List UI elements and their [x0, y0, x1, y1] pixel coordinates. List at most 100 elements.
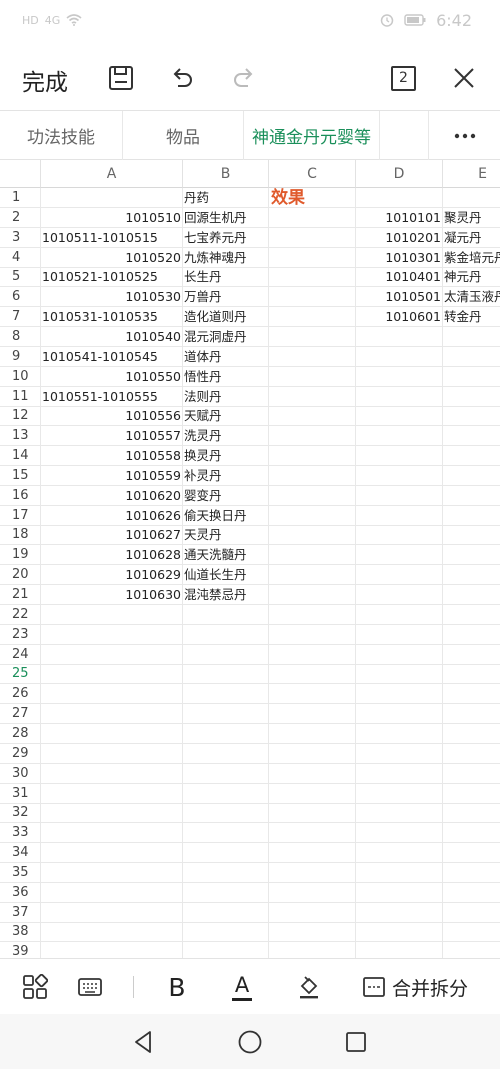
cell-c[interactable] — [269, 446, 356, 467]
cell-d[interactable] — [356, 386, 443, 407]
cell-d[interactable]: 1010101 — [356, 207, 443, 228]
fill-color-button[interactable] — [292, 969, 326, 1005]
row-header[interactable]: 14 — [0, 446, 41, 467]
save-button[interactable] — [103, 60, 139, 96]
cell-e[interactable] — [443, 506, 500, 526]
row-header[interactable]: 39 — [0, 942, 41, 958]
font-color-button[interactable]: A — [225, 969, 259, 1005]
cell-b[interactable]: 通天洗髓丹 — [183, 545, 269, 566]
cell-a[interactable] — [41, 763, 183, 784]
cell-c[interactable] — [269, 346, 356, 367]
cell-b[interactable] — [183, 922, 269, 943]
cell-b[interactable] — [183, 644, 269, 665]
cell-b[interactable] — [183, 704, 269, 725]
cell-b[interactable]: 换灵丹 — [183, 446, 269, 467]
cell-e[interactable] — [443, 883, 500, 903]
cell-b[interactable]: 偷天换日丹 — [183, 505, 269, 526]
tab-gongfa[interactable]: 功法技能 — [0, 111, 123, 160]
cell-a[interactable]: 1010630 — [41, 585, 183, 605]
cell-e[interactable]: 凝元丹 — [443, 228, 500, 248]
col-header-e[interactable]: E — [443, 160, 500, 188]
cell-d[interactable]: 1010201 — [356, 227, 443, 248]
cell-a[interactable] — [41, 882, 183, 903]
cell-b[interactable]: 九炼神魂丹 — [183, 247, 269, 268]
cell-c[interactable] — [269, 287, 356, 308]
cell-d[interactable] — [356, 505, 443, 526]
cell-a[interactable] — [41, 188, 183, 208]
cell-e[interactable] — [443, 565, 500, 585]
row-header[interactable]: 33 — [0, 823, 41, 844]
row-header[interactable]: 17 — [0, 505, 41, 526]
cell-e[interactable] — [443, 764, 500, 784]
cell-d[interactable]: 1010501 — [356, 287, 443, 308]
row-header[interactable]: 18 — [0, 525, 41, 546]
cell-a[interactable]: 1010620 — [41, 485, 183, 506]
cell-a[interactable]: 1010558 — [41, 446, 183, 467]
cell-b[interactable] — [183, 823, 269, 844]
cell-c[interactable] — [269, 565, 356, 586]
cell-d[interactable] — [356, 188, 443, 208]
cell-e[interactable] — [443, 525, 500, 545]
cell-b[interactable]: 造化道则丹 — [183, 307, 269, 328]
cell-a[interactable]: 1010520 — [41, 247, 183, 268]
bold-button[interactable]: B — [160, 969, 194, 1005]
cell-c[interactable] — [269, 465, 356, 486]
cell-a[interactable] — [41, 942, 183, 958]
cell-b[interactable]: 仙道长生丹 — [183, 565, 269, 586]
cell-d[interactable] — [356, 743, 443, 764]
row-header[interactable]: 26 — [0, 684, 41, 705]
cell-e[interactable] — [443, 922, 500, 942]
redo-button[interactable] — [226, 60, 262, 96]
cell-e[interactable] — [443, 863, 500, 883]
cell-e[interactable] — [443, 426, 500, 446]
cell-d[interactable] — [356, 465, 443, 486]
cell-c[interactable] — [269, 207, 356, 228]
cell-e[interactable] — [443, 466, 500, 486]
cell-a[interactable]: 1010521-1010525 — [41, 267, 183, 288]
cell-b[interactable] — [183, 882, 269, 903]
done-button[interactable]: 完成 — [22, 63, 68, 97]
close-button[interactable] — [446, 60, 482, 96]
cell-c[interactable] — [269, 406, 356, 427]
cell-d[interactable] — [356, 426, 443, 447]
cell-e[interactable] — [443, 645, 500, 665]
cell-d[interactable] — [356, 644, 443, 665]
cell-d[interactable] — [356, 942, 443, 958]
cell-c[interactable] — [269, 942, 356, 958]
row-header[interactable]: 15 — [0, 465, 41, 486]
row-header[interactable]: 6 — [0, 287, 41, 308]
cell-e[interactable]: 太清玉液丹 — [443, 287, 500, 307]
cell-a[interactable] — [41, 644, 183, 665]
cell-b[interactable]: 法则丹 — [183, 386, 269, 407]
cell-b[interactable] — [183, 783, 269, 804]
cell-b[interactable]: 悟性丹 — [183, 366, 269, 387]
cell-a[interactable]: 1010541-1010545 — [41, 346, 183, 367]
cell-a[interactable] — [41, 664, 183, 685]
row-header[interactable]: 29 — [0, 743, 41, 764]
cell-c[interactable] — [269, 862, 356, 883]
cell-a[interactable] — [41, 803, 183, 824]
cell-d[interactable] — [356, 565, 443, 586]
col-header-c[interactable]: C — [269, 160, 356, 188]
cell-d[interactable] — [356, 604, 443, 625]
cell-d[interactable] — [356, 684, 443, 705]
cell-b[interactable] — [183, 743, 269, 764]
cell-b[interactable] — [183, 684, 269, 705]
cell-e[interactable] — [443, 942, 500, 958]
cell-c[interactable]: 效果 — [269, 188, 356, 208]
cell-d[interactable] — [356, 366, 443, 387]
cell-a[interactable]: 1010556 — [41, 406, 183, 427]
cell-e[interactable] — [443, 664, 500, 684]
cell-d[interactable] — [356, 406, 443, 427]
cell-d[interactable] — [356, 585, 443, 605]
cell-a[interactable]: 1010531-1010535 — [41, 307, 183, 328]
cell-c[interactable] — [269, 227, 356, 248]
cell-d[interactable] — [356, 783, 443, 804]
home-button[interactable] — [235, 1027, 265, 1057]
cell-a[interactable]: 1010530 — [41, 287, 183, 308]
row-header[interactable]: 10 — [0, 366, 41, 387]
cell-b[interactable] — [183, 763, 269, 784]
col-header-d[interactable]: D — [356, 160, 443, 188]
cell-c[interactable] — [269, 267, 356, 288]
cell-b[interactable] — [183, 723, 269, 744]
